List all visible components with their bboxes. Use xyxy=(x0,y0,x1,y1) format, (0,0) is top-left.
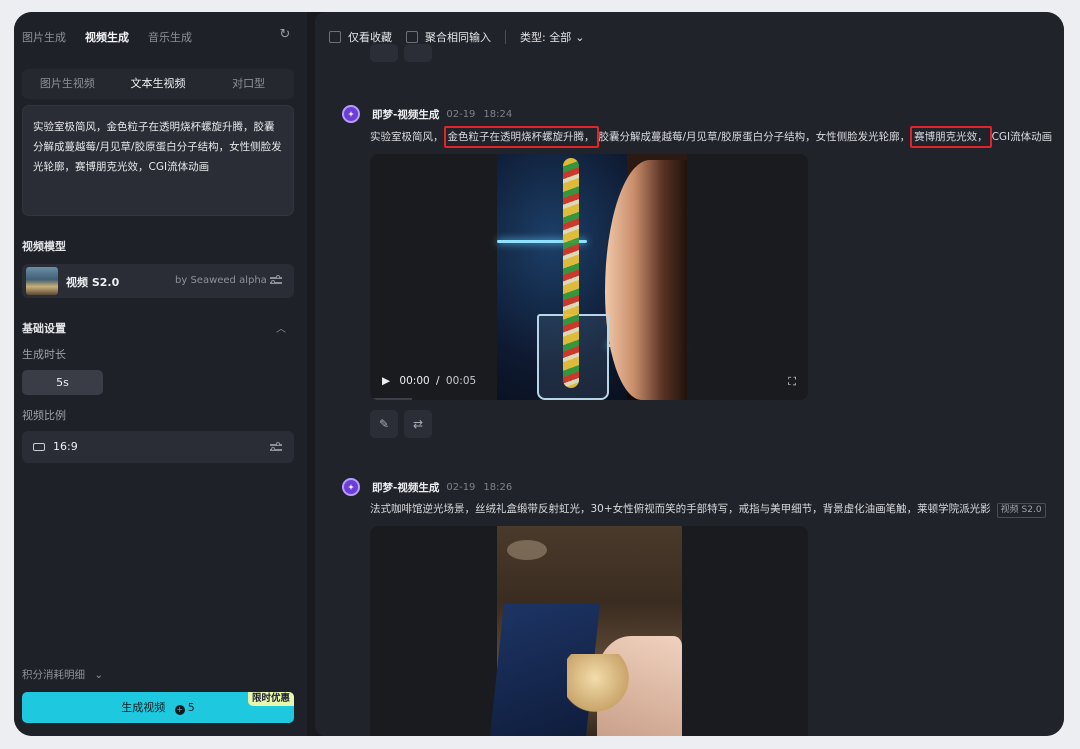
generation-title: 即梦-视频生成 xyxy=(372,481,440,494)
prompt-text: 胶囊分解成蔓越莓/月见草/胶原蛋白分子结构，女性侧脸发光轮廓， xyxy=(598,131,911,143)
generation-date: 02-19 xyxy=(446,108,476,120)
play-icon[interactable]: ▶ xyxy=(382,375,390,387)
divider xyxy=(505,30,506,44)
chevron-down-icon: ⌄ xyxy=(575,30,585,44)
prompt-text: 法式咖啡馆逆光场景，丝绒礼盒缎带反射虹光，30+女性俯视而笑的手部特写，戒指与美… xyxy=(370,503,991,515)
generation-prompt: 法式咖啡馆逆光场景，丝绒礼盒缎带反射虹光，30+女性俯视而笑的手部特写，戒指与美… xyxy=(370,501,1046,518)
credit-icon: + xyxy=(174,705,185,715)
video-frame xyxy=(497,154,687,400)
favorites-label: 仅看收藏 xyxy=(348,31,392,44)
subtab-image-to-video[interactable]: 图片生视频 xyxy=(22,69,113,99)
current-time: 00:00 xyxy=(399,375,430,387)
highlighted-phrase: 金色粒子在透明烧杯螺旋升腾， xyxy=(443,126,599,148)
repeat-icon[interactable] xyxy=(404,44,432,62)
points-label: 积分消耗明细 xyxy=(22,669,85,681)
type-dropdown[interactable]: 类型: 全部 ⌄ xyxy=(520,29,584,45)
merge-label: 聚合相同输入 xyxy=(425,31,491,44)
basic-settings-label: 基础设置 xyxy=(22,322,66,335)
model-provider: by Seaweed alpha xyxy=(175,275,267,286)
ratio-value: 16:9 xyxy=(53,440,78,453)
duration-label: 生成时长 xyxy=(22,348,66,361)
prompt-input[interactable]: 实验室极简风，金色粒子在透明烧杯螺旋升腾，胶囊分解成蔓越莓/月见草/胶原蛋白分子… xyxy=(22,105,294,216)
pencil-icon[interactable]: ✎ xyxy=(370,410,398,438)
filter-bar: 仅看收藏 聚合相同输入 类型: 全部 ⌄ xyxy=(329,29,598,45)
progress-bar[interactable] xyxy=(370,398,412,400)
subtab-text-to-video[interactable]: 文本生视频 xyxy=(113,69,204,99)
prompt-text: CGI流体动画 xyxy=(991,131,1053,143)
type-label: 类型: 全部 xyxy=(520,31,572,44)
video-player[interactable] xyxy=(370,526,808,736)
video-duration: 00:05 xyxy=(445,375,477,387)
generation-date: 02-19 xyxy=(446,481,476,493)
dreamina-avatar-icon xyxy=(342,105,360,123)
model-tag: 视频 S2.0 xyxy=(996,503,1046,518)
model-thumbnail xyxy=(26,267,58,295)
generation-actions: ✎ ⇄ xyxy=(370,410,432,438)
ratio-label: 视频比例 xyxy=(22,409,66,422)
generation-header: 即梦-视频生成 02-19 18:24 xyxy=(342,105,512,123)
generation-prompt: 实验室极简风， 金色粒子在透明烧杯螺旋升腾， 胶囊分解成蔓越莓/月见草/胶原蛋白分子… xyxy=(370,126,1053,148)
checkbox[interactable] xyxy=(329,31,341,43)
dreamina-avatar-icon xyxy=(342,478,360,496)
duration-option[interactable]: 5s xyxy=(22,370,103,395)
generation-time: 18:24 xyxy=(483,108,513,120)
generate-cost: 5 xyxy=(187,701,195,714)
aspect-ratio-icon xyxy=(33,443,45,451)
highlighted-phrase: 赛博朋克光效， xyxy=(910,126,992,148)
top-tabs: 图片生成 视频生成 音乐生成 xyxy=(22,29,192,45)
model-selector[interactable]: 视频 S2.0 by Seaweed alpha xyxy=(22,264,294,298)
tab-image-generation[interactable]: 图片生成 xyxy=(22,29,66,45)
app-window: 图片生成 视频生成 音乐生成 ↻ 图片生视频 文本生视频 对口型 实验室极简风，… xyxy=(14,12,1064,736)
prev-actions xyxy=(370,44,432,62)
model-name: 视频 S2.0 xyxy=(66,276,120,289)
tab-video-generation[interactable]: 视频生成 xyxy=(85,29,129,45)
chevron-up-icon[interactable]: ︿ xyxy=(276,320,286,335)
promo-badge: 限时优惠 xyxy=(247,692,294,706)
video-player[interactable]: ▶ 00:00 / 00:05 ⛶ xyxy=(370,154,808,400)
generate-video-button[interactable]: 生成视频 +5 限时优惠 xyxy=(22,692,294,723)
pencil-icon[interactable] xyxy=(370,44,398,62)
ratio-selector[interactable]: 16:9 xyxy=(22,431,294,463)
sliders-icon[interactable] xyxy=(270,441,282,453)
sliders-icon[interactable] xyxy=(270,274,282,286)
video-frame xyxy=(490,526,682,736)
prompt-text: 实验室极简风， xyxy=(370,131,444,143)
generation-header: 即梦-视频生成 02-19 18:26 xyxy=(342,478,512,496)
repeat-icon[interactable]: ⇄ xyxy=(404,410,432,438)
sidebar: 图片生成 视频生成 音乐生成 ↻ 图片生视频 文本生视频 对口型 实验室极简风，… xyxy=(14,12,307,736)
results-panel: 仅看收藏 聚合相同输入 类型: 全部 ⌄ 即梦-视频生成 02-19 18:24 xyxy=(315,12,1064,736)
tab-music-generation[interactable]: 音乐生成 xyxy=(148,29,192,45)
fullscreen-icon[interactable]: ⛶ xyxy=(788,375,796,389)
subtab-lip-sync[interactable]: 对口型 xyxy=(203,69,294,99)
playback-controls: ▶ 00:00 / 00:05 xyxy=(382,375,477,387)
generation-title: 即梦-视频生成 xyxy=(372,108,440,121)
favorites-filter[interactable]: 仅看收藏 xyxy=(329,29,392,45)
model-section-label: 视频模型 xyxy=(22,240,66,253)
points-detail-toggle[interactable]: 积分消耗明细 ⌄ xyxy=(22,667,103,682)
refresh-icon[interactable]: ↻ xyxy=(278,28,292,42)
checkbox[interactable] xyxy=(406,31,418,43)
merge-filter[interactable]: 聚合相同输入 xyxy=(406,29,491,45)
generation-time: 18:26 xyxy=(483,481,513,493)
chevron-down-icon: ⌄ xyxy=(94,669,104,681)
sub-tabs: 图片生视频 文本生视频 对口型 xyxy=(22,69,294,99)
generate-label: 生成视频 xyxy=(121,701,166,714)
